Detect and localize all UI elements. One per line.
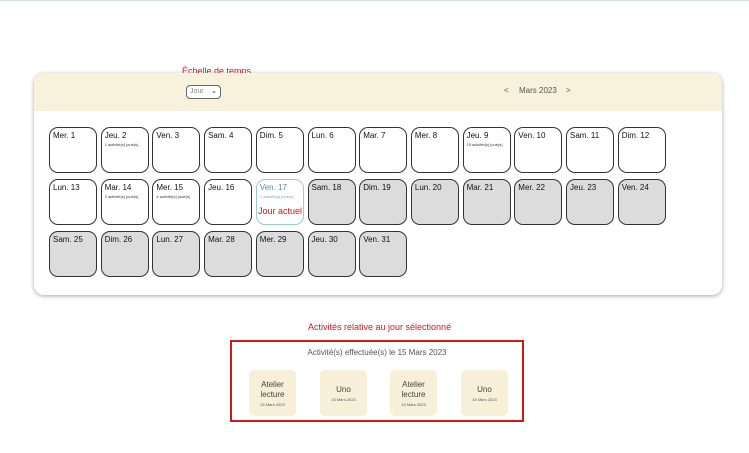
activity-card[interactable]: Uno 15 Mars 2023 bbox=[461, 370, 508, 416]
calendar-day-cell[interactable]: Mar. 14 2 activité(s) joué(s) bbox=[100, 179, 149, 225]
time-scale-select[interactable]: Jour ⌄ bbox=[186, 85, 221, 99]
day-label: Ven. 31 bbox=[363, 235, 391, 244]
chevron-down-icon: ⌄ bbox=[211, 88, 217, 95]
activity-date: 15 Mars 2023 bbox=[472, 396, 497, 402]
calendar-header: Jour ⌄ < Mars 2023 > bbox=[34, 73, 722, 111]
day-label: Lun. 20 bbox=[414, 183, 442, 192]
day-label: Mer. 22 bbox=[518, 183, 545, 192]
calendar-day-cell[interactable]: Sam. 11 bbox=[566, 127, 614, 173]
activity-date: 15 Mars 2023 bbox=[401, 401, 426, 407]
day-label: Sam. 11 bbox=[570, 131, 600, 140]
calendar-day-cell[interactable]: Ven. 31 bbox=[359, 231, 408, 277]
calendar-day-cell[interactable]: Sam. 18 bbox=[307, 179, 356, 225]
calendar-day-cell[interactable]: Jeu. 2 1 activité(s) joué(s) bbox=[100, 127, 149, 173]
calendar-day-cell[interactable]: Mar. 28 bbox=[204, 231, 253, 277]
calendar-day-cell[interactable]: Dim. 12 bbox=[617, 127, 666, 173]
day-activity-count: 1 activité(s) joué(s) bbox=[104, 142, 139, 147]
day-label: Jeu. 2 bbox=[104, 131, 127, 140]
day-label: Ven. 3 bbox=[156, 131, 180, 140]
day-label: Mar. 14 bbox=[104, 183, 132, 192]
day-activity-count: 15 activité(s) joué(s) bbox=[466, 142, 503, 147]
day-label: Sam. 25 bbox=[53, 235, 83, 244]
calendar-day-cell[interactable]: Mer. 29 bbox=[255, 231, 304, 277]
calendar-day-cell[interactable]: Jeu. 23 bbox=[566, 179, 614, 225]
day-label: Sam. 4 bbox=[208, 131, 234, 140]
activity-card[interactable]: Atelier lecture 15 Mars 2023 bbox=[249, 370, 296, 416]
day-label: Lun. 13 bbox=[53, 183, 80, 192]
calendar-day-cell[interactable]: Ven. 17 1 activité(s) joué(s) bbox=[255, 179, 304, 225]
activity-card[interactable]: Atelier lecture 15 Mars 2023 bbox=[390, 370, 437, 416]
calendar-day-cell[interactable]: Jeu. 9 15 activité(s) joué(s) bbox=[462, 127, 511, 173]
activity-name: Atelier lecture bbox=[260, 379, 285, 399]
calendar-day-cell[interactable]: Jeu. 30 bbox=[307, 231, 356, 277]
day-label: Mer. 1 bbox=[53, 131, 76, 140]
calendar-day-cell[interactable]: Mar. 21 bbox=[462, 179, 511, 225]
activity-date: 15 Mars 2023 bbox=[260, 401, 285, 407]
activity-date: 15 Mars 2023 bbox=[331, 396, 356, 402]
day-label: Sam. 18 bbox=[311, 183, 342, 192]
day-label: Jeu. 23 bbox=[570, 183, 597, 192]
calendar-day-cell[interactable]: Dim. 26 bbox=[100, 231, 149, 277]
activity-name: Uno bbox=[477, 384, 492, 394]
calendar-day-cell[interactable]: Ven. 3 bbox=[152, 127, 201, 173]
day-label: Dim. 19 bbox=[363, 183, 391, 192]
calendar-day-cell[interactable]: Mer. 22 bbox=[514, 179, 563, 225]
calendar-day-cell[interactable]: Dim. 19 bbox=[359, 179, 408, 225]
day-label: Mar. 7 bbox=[363, 131, 386, 140]
calendar-day-cell[interactable]: Sam. 25 bbox=[49, 231, 97, 277]
day-label: Dim. 5 bbox=[259, 131, 283, 140]
calendar-day-cell[interactable]: Mer. 8 bbox=[410, 127, 459, 173]
activity-card[interactable]: Uno 15 Mars 2023 bbox=[320, 370, 367, 416]
day-label: Ven. 24 bbox=[621, 183, 649, 192]
activity-name: Uno bbox=[336, 384, 351, 394]
next-month-button[interactable]: > bbox=[566, 86, 571, 95]
top-divider bbox=[0, 0, 749, 1]
calendar-day-cell[interactable]: Lun. 20 bbox=[410, 179, 459, 225]
activities-panel-title: Activité(s) effectuée(s) le 15 Mars 2023 bbox=[307, 348, 447, 357]
day-label: Mer. 29 bbox=[259, 235, 287, 244]
today-annotation-label: Jour actuel bbox=[258, 206, 303, 216]
calendar-day-cell[interactable]: Mer. 1 bbox=[49, 127, 97, 173]
day-label: Ven. 17 bbox=[259, 183, 287, 192]
calendar-day-cell[interactable]: Lun. 27 bbox=[152, 231, 201, 277]
month-label: Mars 2023 bbox=[519, 86, 557, 95]
calendar-day-cell[interactable]: Ven. 24 bbox=[617, 179, 666, 225]
day-label: Dim. 26 bbox=[104, 235, 133, 244]
day-label: Dim. 12 bbox=[621, 131, 650, 140]
calendar-day-cell[interactable]: Lun. 13 bbox=[49, 179, 97, 225]
day-label: Lun. 27 bbox=[156, 235, 184, 244]
activity-name: Atelier lecture bbox=[401, 379, 426, 399]
day-activity-count: 1 activité(s) joué(s) bbox=[259, 194, 294, 199]
day-label: Mer. 8 bbox=[414, 131, 438, 140]
day-label: Mar. 28 bbox=[208, 235, 235, 244]
calendar-day-cell[interactable]: Jeu. 16 bbox=[204, 179, 253, 225]
day-label: Jeu. 16 bbox=[208, 183, 235, 192]
calendar-day-cell[interactable]: Sam. 4 bbox=[204, 127, 253, 173]
calendar-card: Jour ⌄ < Mars 2023 > Mer. 1 Jeu. 2 1 activ… bbox=[34, 73, 722, 295]
day-label: Jeu. 30 bbox=[311, 235, 338, 244]
calendar-day-cell[interactable]: Dim. 5 bbox=[255, 127, 304, 173]
calendar-day-cell[interactable]: Ven. 10 bbox=[514, 127, 563, 173]
day-activity-count: 2 activité(s) joué(s) bbox=[104, 194, 139, 199]
calendar-day-cell[interactable]: Mer. 15 4 activité(s) joué(s) bbox=[152, 179, 201, 225]
panel-annotation-label: Activités relative au jour sélectionné bbox=[308, 322, 452, 332]
time-scale-value: Jour bbox=[190, 88, 204, 95]
calendar-day-cell[interactable]: Mar. 7 bbox=[359, 127, 408, 173]
day-label: Mar. 21 bbox=[466, 183, 494, 192]
calendar-day-cell[interactable]: Lun. 6 bbox=[307, 127, 356, 173]
day-label: Ven. 10 bbox=[518, 131, 546, 140]
day-label: Lun. 6 bbox=[311, 131, 334, 140]
day-activity-count: 4 activité(s) joué(s) bbox=[156, 194, 191, 199]
prev-month-button[interactable]: < bbox=[504, 86, 509, 95]
day-label: Mer. 15 bbox=[156, 183, 184, 192]
day-label: Jeu. 9 bbox=[466, 131, 489, 140]
